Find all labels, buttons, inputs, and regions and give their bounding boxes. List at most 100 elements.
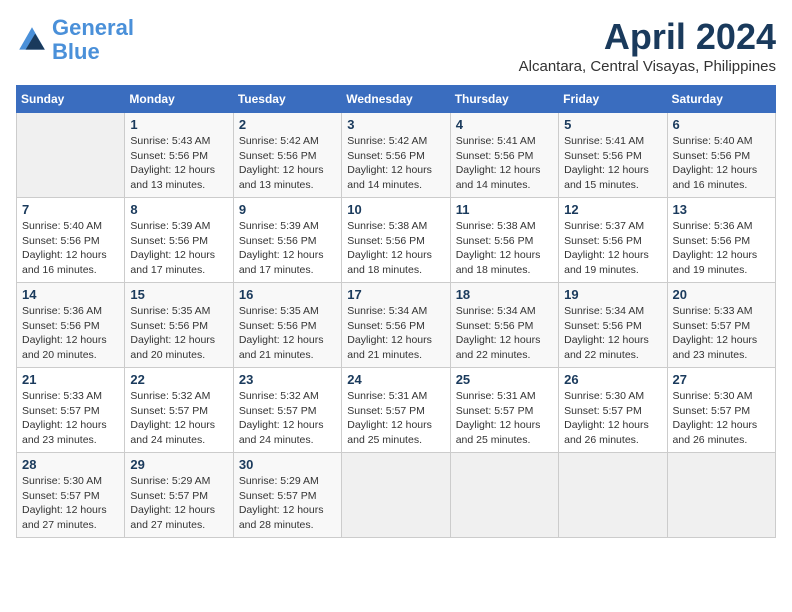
day-number: 18 bbox=[456, 287, 553, 302]
day-number: 29 bbox=[130, 457, 227, 472]
weekday-header-row: SundayMondayTuesdayWednesdayThursdayFrid… bbox=[17, 86, 776, 113]
day-info: Sunrise: 5:43 AM Sunset: 5:56 PM Dayligh… bbox=[130, 134, 227, 193]
calendar-week-row: 1 Sunrise: 5:43 AM Sunset: 5:56 PM Daylig… bbox=[17, 113, 776, 198]
day-number: 21 bbox=[22, 372, 119, 387]
calendar-cell: 30 Sunrise: 5:29 AM Sunset: 5:57 PM Dayli… bbox=[233, 453, 341, 538]
day-info: Sunrise: 5:36 AM Sunset: 5:56 PM Dayligh… bbox=[673, 219, 770, 278]
day-number: 25 bbox=[456, 372, 553, 387]
day-number: 3 bbox=[347, 117, 444, 132]
calendar-cell bbox=[17, 113, 125, 198]
calendar-cell: 25 Sunrise: 5:31 AM Sunset: 5:57 PM Dayli… bbox=[450, 368, 558, 453]
day-info: Sunrise: 5:31 AM Sunset: 5:57 PM Dayligh… bbox=[456, 389, 553, 448]
day-number: 11 bbox=[456, 202, 553, 217]
day-info: Sunrise: 5:30 AM Sunset: 5:57 PM Dayligh… bbox=[22, 474, 119, 533]
day-number: 17 bbox=[347, 287, 444, 302]
day-number: 15 bbox=[130, 287, 227, 302]
day-info: Sunrise: 5:36 AM Sunset: 5:56 PM Dayligh… bbox=[22, 304, 119, 363]
calendar-cell: 12Sunrise: 5:37 AM Sunset: 5:56 PM Dayli… bbox=[559, 198, 667, 283]
calendar-cell: 5 Sunrise: 5:41 AM Sunset: 5:56 PM Daylig… bbox=[559, 113, 667, 198]
day-number: 2 bbox=[239, 117, 336, 132]
weekday-header: Monday bbox=[125, 86, 233, 113]
day-number: 7 bbox=[22, 202, 119, 217]
day-number: 19 bbox=[564, 287, 661, 302]
day-number: 12 bbox=[564, 202, 661, 217]
day-number: 13 bbox=[673, 202, 770, 217]
day-number: 1 bbox=[130, 117, 227, 132]
day-number: 30 bbox=[239, 457, 336, 472]
day-number: 16 bbox=[239, 287, 336, 302]
day-number: 8 bbox=[130, 202, 227, 217]
day-number: 27 bbox=[673, 372, 770, 387]
calendar-cell bbox=[667, 453, 775, 538]
day-info: Sunrise: 5:42 AM Sunset: 5:56 PM Dayligh… bbox=[347, 134, 444, 193]
title-block: April 2024 Alcantara, Central Visayas, P… bbox=[519, 16, 776, 75]
day-info: Sunrise: 5:40 AM Sunset: 5:56 PM Dayligh… bbox=[22, 219, 119, 278]
calendar-cell: 20Sunrise: 5:33 AM Sunset: 5:57 PM Dayli… bbox=[667, 283, 775, 368]
calendar-cell: 24 Sunrise: 5:31 AM Sunset: 5:57 PM Dayli… bbox=[342, 368, 450, 453]
day-info: Sunrise: 5:32 AM Sunset: 5:57 PM Dayligh… bbox=[130, 389, 227, 448]
day-number: 10 bbox=[347, 202, 444, 217]
day-number: 22 bbox=[130, 372, 227, 387]
logo-text: General Blue bbox=[52, 16, 134, 64]
calendar-cell: 9 Sunrise: 5:39 AM Sunset: 5:56 PM Daylig… bbox=[233, 198, 341, 283]
day-number: 6 bbox=[673, 117, 770, 132]
calendar-cell: 3 Sunrise: 5:42 AM Sunset: 5:56 PM Daylig… bbox=[342, 113, 450, 198]
calendar-cell bbox=[450, 453, 558, 538]
calendar-cell: 1 Sunrise: 5:43 AM Sunset: 5:56 PM Daylig… bbox=[125, 113, 233, 198]
page-header: General Blue April 2024 Alcantara, Centr… bbox=[16, 16, 776, 75]
day-info: Sunrise: 5:30 AM Sunset: 5:57 PM Dayligh… bbox=[564, 389, 661, 448]
calendar-cell: 26 Sunrise: 5:30 AM Sunset: 5:57 PM Dayli… bbox=[559, 368, 667, 453]
day-number: 26 bbox=[564, 372, 661, 387]
day-info: Sunrise: 5:32 AM Sunset: 5:57 PM Dayligh… bbox=[239, 389, 336, 448]
day-info: Sunrise: 5:29 AM Sunset: 5:57 PM Dayligh… bbox=[239, 474, 336, 533]
calendar-cell: 19 Sunrise: 5:34 AM Sunset: 5:56 PM Dayli… bbox=[559, 283, 667, 368]
day-number: 4 bbox=[456, 117, 553, 132]
day-number: 5 bbox=[564, 117, 661, 132]
calendar-cell: 21Sunrise: 5:33 AM Sunset: 5:57 PM Dayli… bbox=[17, 368, 125, 453]
calendar-cell: 2Sunrise: 5:42 AM Sunset: 5:56 PM Daylig… bbox=[233, 113, 341, 198]
day-info: Sunrise: 5:41 AM Sunset: 5:56 PM Dayligh… bbox=[564, 134, 661, 193]
calendar-cell bbox=[342, 453, 450, 538]
day-number: 20 bbox=[673, 287, 770, 302]
day-info: Sunrise: 5:39 AM Sunset: 5:56 PM Dayligh… bbox=[130, 219, 227, 278]
day-number: 9 bbox=[239, 202, 336, 217]
calendar-cell: 7 Sunrise: 5:40 AM Sunset: 5:56 PM Daylig… bbox=[17, 198, 125, 283]
calendar-cell: 8 Sunrise: 5:39 AM Sunset: 5:56 PM Daylig… bbox=[125, 198, 233, 283]
calendar-cell: 29 Sunrise: 5:29 AM Sunset: 5:57 PM Dayli… bbox=[125, 453, 233, 538]
day-number: 24 bbox=[347, 372, 444, 387]
calendar-cell: 6Sunrise: 5:40 AM Sunset: 5:56 PM Daylig… bbox=[667, 113, 775, 198]
calendar-table: SundayMondayTuesdayWednesdayThursdayFrid… bbox=[16, 85, 776, 538]
day-info: Sunrise: 5:34 AM Sunset: 5:56 PM Dayligh… bbox=[347, 304, 444, 363]
calendar-cell: 13 Sunrise: 5:36 AM Sunset: 5:56 PM Dayli… bbox=[667, 198, 775, 283]
calendar-cell: 22 Sunrise: 5:32 AM Sunset: 5:57 PM Dayli… bbox=[125, 368, 233, 453]
day-number: 14 bbox=[22, 287, 119, 302]
logo: General Blue bbox=[16, 16, 134, 64]
day-info: Sunrise: 5:34 AM Sunset: 5:56 PM Dayligh… bbox=[564, 304, 661, 363]
calendar-cell: 4 Sunrise: 5:41 AM Sunset: 5:56 PM Daylig… bbox=[450, 113, 558, 198]
calendar-cell: 15 Sunrise: 5:35 AM Sunset: 5:56 PM Dayli… bbox=[125, 283, 233, 368]
calendar-cell: 23 Sunrise: 5:32 AM Sunset: 5:57 PM Dayli… bbox=[233, 368, 341, 453]
logo-icon bbox=[16, 24, 48, 56]
weekday-header: Thursday bbox=[450, 86, 558, 113]
calendar-cell: 18Sunrise: 5:34 AM Sunset: 5:56 PM Dayli… bbox=[450, 283, 558, 368]
calendar-cell: 10Sunrise: 5:38 AM Sunset: 5:56 PM Dayli… bbox=[342, 198, 450, 283]
day-info: Sunrise: 5:30 AM Sunset: 5:57 PM Dayligh… bbox=[673, 389, 770, 448]
weekday-header: Wednesday bbox=[342, 86, 450, 113]
calendar-cell bbox=[559, 453, 667, 538]
day-info: Sunrise: 5:38 AM Sunset: 5:56 PM Dayligh… bbox=[456, 219, 553, 278]
day-info: Sunrise: 5:31 AM Sunset: 5:57 PM Dayligh… bbox=[347, 389, 444, 448]
day-number: 23 bbox=[239, 372, 336, 387]
calendar-week-row: 28Sunrise: 5:30 AM Sunset: 5:57 PM Dayli… bbox=[17, 453, 776, 538]
calendar-cell: 11 Sunrise: 5:38 AM Sunset: 5:56 PM Dayli… bbox=[450, 198, 558, 283]
day-info: Sunrise: 5:29 AM Sunset: 5:57 PM Dayligh… bbox=[130, 474, 227, 533]
weekday-header: Tuesday bbox=[233, 86, 341, 113]
calendar-week-row: 14 Sunrise: 5:36 AM Sunset: 5:56 PM Dayli… bbox=[17, 283, 776, 368]
location: Alcantara, Central Visayas, Philippines bbox=[519, 58, 776, 75]
day-info: Sunrise: 5:39 AM Sunset: 5:56 PM Dayligh… bbox=[239, 219, 336, 278]
day-info: Sunrise: 5:35 AM Sunset: 5:56 PM Dayligh… bbox=[239, 304, 336, 363]
calendar-cell: 17 Sunrise: 5:34 AM Sunset: 5:56 PM Dayli… bbox=[342, 283, 450, 368]
day-info: Sunrise: 5:41 AM Sunset: 5:56 PM Dayligh… bbox=[456, 134, 553, 193]
calendar-cell: 27 Sunrise: 5:30 AM Sunset: 5:57 PM Dayli… bbox=[667, 368, 775, 453]
day-info: Sunrise: 5:35 AM Sunset: 5:56 PM Dayligh… bbox=[130, 304, 227, 363]
month-title: April 2024 bbox=[519, 16, 776, 58]
